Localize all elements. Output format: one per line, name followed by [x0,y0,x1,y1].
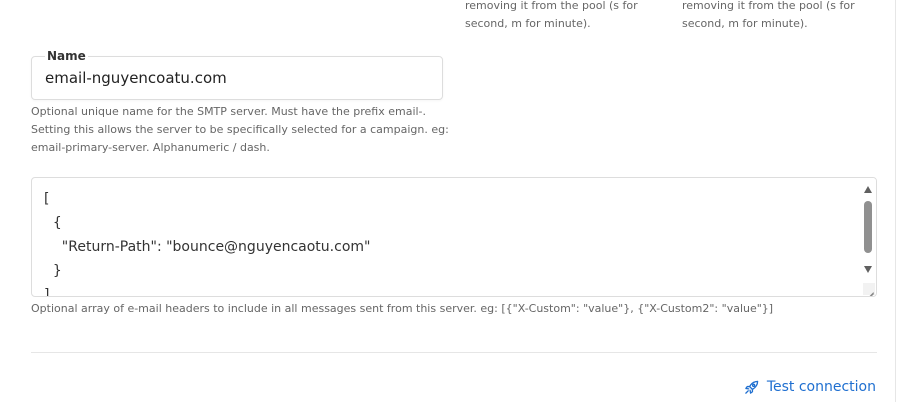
idle-timeout-help: removing it from the pool (s for second,… [465,0,638,30]
resize-handle-icon[interactable] [863,283,875,295]
page-scrollbar[interactable] [895,0,909,402]
test-connection-button[interactable]: Test connection [744,376,876,398]
scroll-up-arrow-icon[interactable] [864,186,872,193]
name-field[interactable]: Name [31,48,443,100]
wait-timeout-help: removing it from the pool (s for second,… [682,0,855,30]
test-connection-label: Test connection [766,379,876,395]
rocket-icon [745,380,759,394]
scroll-down-arrow-icon[interactable] [864,266,872,273]
textarea-scrollbar[interactable] [861,178,876,296]
email-headers-value[interactable]: [ { "Return-Path": "bounce@nguyencaotu.c… [44,187,370,296]
email-headers-help: Optional array of e-mail headers to incl… [31,302,774,315]
smtp-settings-page: removing it from the pool (s for second,… [0,0,909,402]
email-headers-textarea[interactable]: [ { "Return-Path": "bounce@nguyencaotu.c… [31,177,877,297]
name-input[interactable] [45,65,425,91]
name-field-label: Name [45,48,88,64]
name-field-help: Optional unique name for the SMTP server… [31,105,449,154]
scrollbar-thumb[interactable] [864,201,872,253]
section-divider [31,352,877,353]
